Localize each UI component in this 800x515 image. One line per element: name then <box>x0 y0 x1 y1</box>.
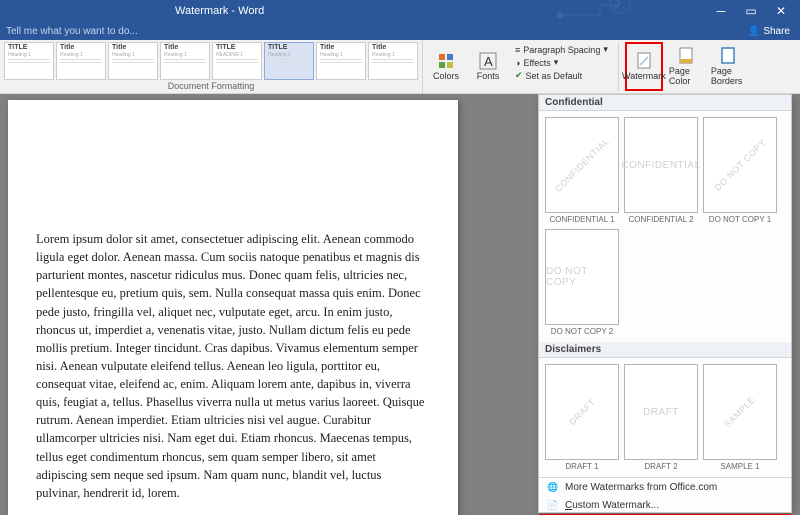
decoration-graphic <box>500 0 680 35</box>
effects-icon: ◑ <box>515 58 520 68</box>
minimize-button[interactable]: ─ <box>706 0 736 22</box>
more-watermarks-item[interactable]: 🌐More Watermarks from Office.com <box>539 478 791 496</box>
watermark-button[interactable]: Watermark <box>625 42 663 91</box>
watermark-option[interactable]: DRAFTDRAFT 2 <box>624 364 698 471</box>
maximize-button[interactable]: ▭ <box>736 0 766 22</box>
watermark-option[interactable]: DO NOT COPYDO NOT COPY 2 <box>545 229 619 336</box>
dropdown-section-disclaimers: Disclaimers <box>539 342 791 358</box>
chevron-down-icon: ▾ <box>554 57 559 68</box>
watermark-option[interactable]: CONFIDENTIALCONFIDENTIAL 2 <box>624 117 698 224</box>
dropdown-section-confidential: Confidential <box>539 95 791 111</box>
document-page[interactable]: Lorem ipsum dolor sit amet, consectetuer… <box>8 100 458 515</box>
colors-button[interactable]: Colors <box>427 42 465 91</box>
watermark-grid-confidential: CONFIDENTIALCONFIDENTIAL 1CONFIDENTIALCO… <box>539 111 791 342</box>
ribbon: TITLEHeading 1TitleHeading 1TitleHeading… <box>0 40 800 94</box>
document-formatting-group: TITLEHeading 1TitleHeading 1TitleHeading… <box>0 40 423 93</box>
colors-label: Colors <box>433 71 459 81</box>
style-preview[interactable]: TitleHeading 1 <box>160 42 210 80</box>
page-borders-icon <box>719 47 737 65</box>
document-body[interactable]: Lorem ipsum dolor sit amet, consectetuer… <box>36 230 428 502</box>
paragraph-icon: ≡ <box>515 45 520 55</box>
page-color-icon <box>677 47 695 65</box>
group-label-doc-formatting: Document Formatting <box>4 81 418 91</box>
style-gallery[interactable]: TITLEHeading 1TitleHeading 1TitleHeading… <box>4 42 418 80</box>
check-icon: ✔ <box>515 70 523 81</box>
workspace: Lorem ipsum dolor sit amet, consectetuer… <box>0 94 800 515</box>
page-color-button[interactable]: Page Color <box>667 42 705 91</box>
custom-watermark-item[interactable]: 📄Custom Watermark... <box>539 496 791 514</box>
window-title: Watermark - Word <box>175 5 264 17</box>
watermark-grid-disclaimers: DRAFTDRAFT 1DRAFTDRAFT 2SAMPLESAMPLE 1 <box>539 358 791 477</box>
style-preview[interactable]: TitleHeading 1 <box>108 42 158 80</box>
tell-me-placeholder: Tell me what you want to do... <box>6 26 138 37</box>
watermark-label: Watermark <box>622 71 666 81</box>
watermark-option[interactable]: CONFIDENTIALCONFIDENTIAL 1 <box>545 117 619 224</box>
separator <box>618 42 619 91</box>
style-preview[interactable]: TITLEHeading 1 <box>264 42 314 80</box>
effects-button[interactable]: ◑Effects▾ <box>515 57 608 68</box>
style-preview[interactable]: TitleHeading 1 <box>368 42 418 80</box>
fonts-label: Fonts <box>477 71 500 81</box>
page-color-label: Page Color <box>669 66 703 86</box>
page-borders-button[interactable]: Page Borders <box>709 42 747 91</box>
style-preview[interactable]: TITLEHeading 1 <box>4 42 54 80</box>
share-label: Share <box>763 26 790 37</box>
share-icon: 👤 <box>748 26 760 37</box>
watermark-option[interactable]: DRAFTDRAFT 1 <box>545 364 619 471</box>
tell-me-bar[interactable]: Tell me what you want to do... 👤 Share <box>0 22 800 40</box>
close-button[interactable]: ✕ <box>766 0 796 22</box>
fonts-button[interactable]: A Fonts <box>469 42 507 91</box>
paragraph-spacing-button[interactable]: ≡Paragraph Spacing▾ <box>515 44 608 55</box>
paragraph-options: ≡Paragraph Spacing▾ ◑Effects▾ ✔Set as De… <box>511 42 612 91</box>
title-bar: Watermark - Word ─ ▭ ✕ <box>0 0 800 22</box>
ribbon-right: Colors A Fonts ≡Paragraph Spacing▾ ◑Effe… <box>423 40 751 93</box>
share-button[interactable]: 👤 Share <box>748 26 800 37</box>
style-preview[interactable]: TitleHeading 1 <box>316 42 366 80</box>
window-controls: ─ ▭ ✕ <box>706 0 796 22</box>
fonts-icon: A <box>479 52 497 70</box>
watermark-icon <box>635 52 653 70</box>
svg-text:A: A <box>484 54 493 69</box>
watermark-option[interactable]: SAMPLESAMPLE 1 <box>703 364 777 471</box>
page-borders-label: Page Borders <box>711 66 745 86</box>
set-default-button[interactable]: ✔Set as Default <box>515 70 608 81</box>
style-preview[interactable]: TITLEHEADING 1 <box>212 42 262 80</box>
custom-icon: 📄 <box>547 499 559 511</box>
watermark-dropdown: Confidential CONFIDENTIALCONFIDENTIAL 1C… <box>538 94 792 513</box>
watermark-option[interactable]: DO NOT COPYDO NOT COPY 1 <box>703 117 777 224</box>
globe-icon: 🌐 <box>547 481 559 493</box>
colors-icon <box>437 52 455 70</box>
chevron-down-icon: ▾ <box>603 44 608 55</box>
dropdown-footer: 🌐More Watermarks from Office.com 📄Custom… <box>539 477 791 515</box>
style-preview[interactable]: TitleHeading 1 <box>56 42 106 80</box>
